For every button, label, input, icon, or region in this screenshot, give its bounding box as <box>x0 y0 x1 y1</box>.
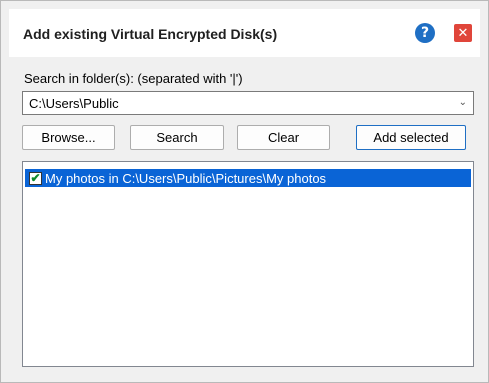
dialog-header: Add existing Virtual Encrypted Disk(s) ?… <box>9 9 480 60</box>
folder-combobox[interactable]: C:\Users\Public ⌄ <box>22 91 474 115</box>
close-x-icon: ✕ <box>457 25 469 41</box>
dialog-title: Add existing Virtual Encrypted Disk(s) <box>23 26 278 42</box>
browse-button[interactable]: Browse... <box>22 125 115 150</box>
dialog-window: Add existing Virtual Encrypted Disk(s) ?… <box>0 0 489 383</box>
question-mark-icon: ? <box>420 25 430 41</box>
checkmark-icon: ✔ <box>30 171 41 185</box>
dialog-body: Search in folder(s): (separated with '|'… <box>9 57 480 375</box>
add-selected-button[interactable]: Add selected <box>356 125 466 150</box>
chevron-down-icon[interactable]: ⌄ <box>459 97 467 108</box>
search-folders-label: Search in folder(s): (separated with '|'… <box>24 71 243 86</box>
search-button[interactable]: Search <box>130 125 224 150</box>
item-checkbox[interactable]: ✔ <box>29 171 42 185</box>
close-button[interactable]: ✕ <box>454 24 472 42</box>
list-item-label: My photos in C:\Users\Public\Pictures\My… <box>45 170 327 186</box>
list-item[interactable]: ✔ My photos in C:\Users\Public\Pictures\… <box>24 168 472 188</box>
clear-button[interactable]: Clear <box>237 125 330 150</box>
help-button[interactable]: ? <box>415 23 435 43</box>
folder-combobox-value: C:\Users\Public <box>29 96 119 111</box>
results-list[interactable]: ✔ My photos in C:\Users\Public\Pictures\… <box>22 161 474 367</box>
